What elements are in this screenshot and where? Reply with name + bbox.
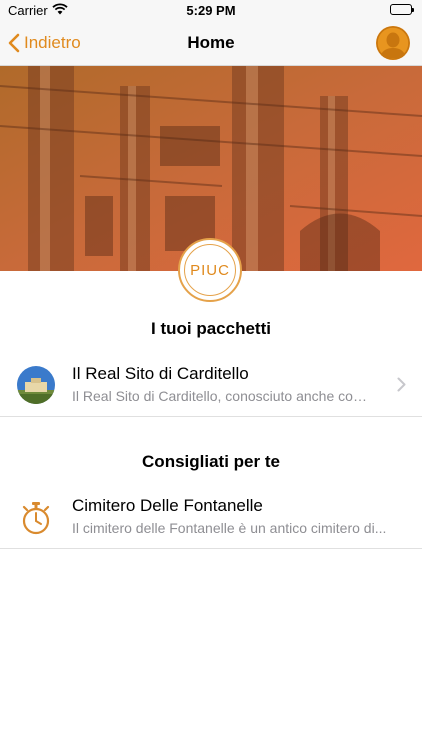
row-title: Il Real Sito di Carditello — [72, 364, 249, 383]
package-row-carditello[interactable]: Il Real Sito di Carditello Il Real Sito … — [0, 356, 422, 414]
chevron-right-icon — [397, 377, 406, 392]
row-title: Cimitero Delle Fontanelle — [72, 496, 263, 515]
profile-avatar-button[interactable] — [376, 26, 410, 60]
user-icon — [376, 26, 410, 60]
row-subtitle: Il cimitero delle Fontanelle è un antico… — [72, 520, 387, 536]
palace-thumbnail — [17, 366, 55, 404]
divider — [0, 416, 422, 417]
recommended-section-title: Consigliati per te — [142, 452, 280, 471]
battery-icon — [390, 4, 414, 15]
logo-text: PIUC — [190, 261, 230, 279]
divider — [0, 548, 422, 549]
app-logo: PIUC — [178, 238, 242, 302]
page-title: Home — [187, 33, 235, 52]
row-subtitle: Il Real Sito di Carditello, conosciuto a… — [72, 388, 378, 404]
stopwatch-icon — [17, 498, 55, 536]
packages-section-title: I tuoi pacchetti — [151, 319, 271, 338]
status-time: 5:29 PM — [186, 3, 236, 18]
navigation-bar: Indietro Home — [0, 20, 422, 66]
status-bar: Carrier 5:29 PM — [0, 0, 422, 20]
recommended-row-fontanelle[interactable]: Cimitero Delle Fontanelle Il cimitero de… — [0, 488, 422, 546]
